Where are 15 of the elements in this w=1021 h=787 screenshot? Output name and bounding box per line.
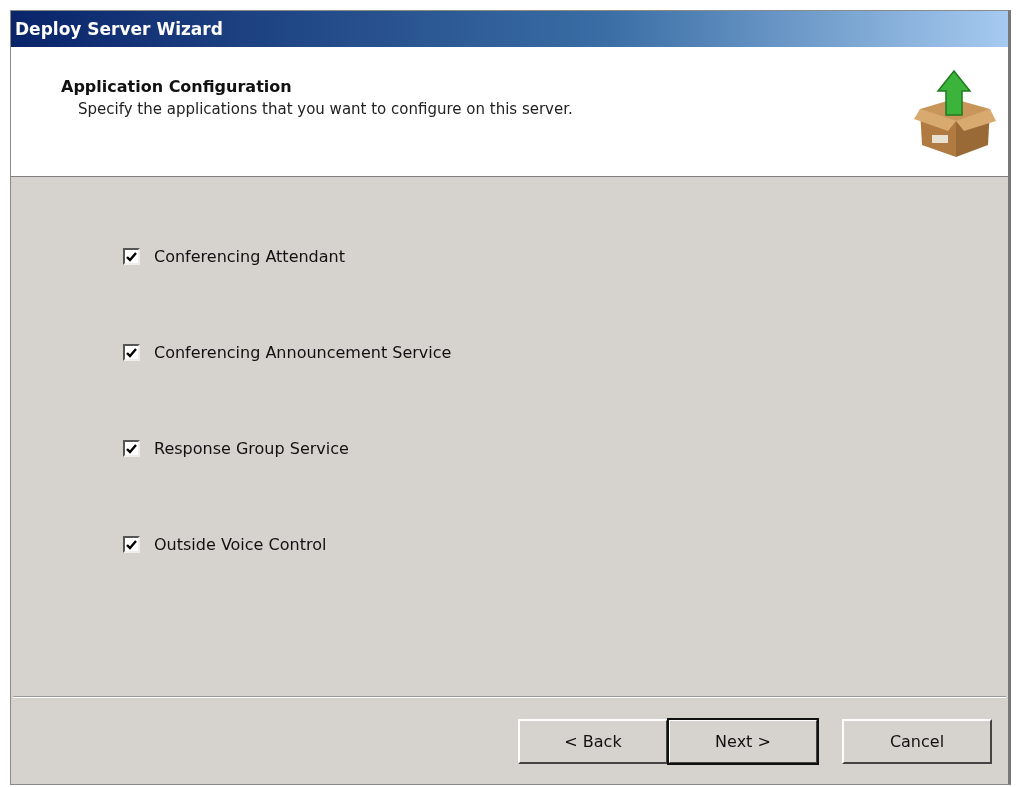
checkbox[interactable] <box>123 248 140 265</box>
wizard-button[interactable]: < Back <box>518 718 668 764</box>
wizard-button[interactable]: Cancel <box>842 718 992 764</box>
checkbox[interactable] <box>123 536 140 553</box>
page-subtitle: Specify the applications that you want to configure on this server. <box>77 100 573 118</box>
checkbox-label[interactable]: Outside Voice Control <box>154 535 327 554</box>
checkbox-label[interactable]: Conferencing Attendant <box>154 247 345 266</box>
box-arrow-icon <box>912 69 996 159</box>
window-title: Deploy Server Wizard <box>15 19 223 39</box>
page-title: Application Configuration <box>61 77 293 96</box>
wizard-button[interactable]: Next > <box>668 718 818 764</box>
checkbox-label[interactable]: Conferencing Announcement Service <box>154 343 452 362</box>
checkbox-label[interactable]: Response Group Service <box>154 439 349 458</box>
checkbox[interactable] <box>123 344 140 361</box>
checkbox[interactable] <box>123 440 140 457</box>
